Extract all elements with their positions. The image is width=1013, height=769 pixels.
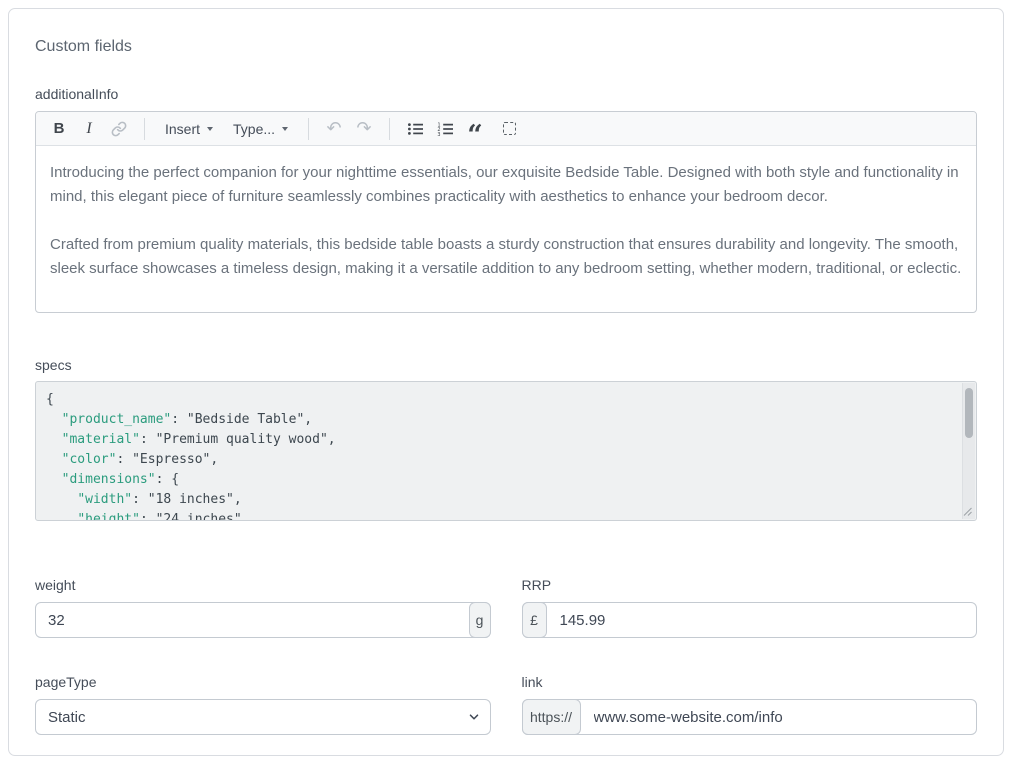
weight-unit-suffix: g <box>469 602 491 638</box>
page-type-label: pageType <box>35 674 491 690</box>
code-line: "width": "18 inches", <box>46 490 952 510</box>
paragraph: Crafted from premium quality materials, … <box>50 233 962 281</box>
paragraph: Introducing the perfect companion for yo… <box>50 161 962 209</box>
code-line: "height": "24 inches", <box>46 510 952 521</box>
dashed-box-icon <box>503 122 516 135</box>
embed-block-button[interactable] <box>496 116 522 142</box>
link-button[interactable] <box>106 116 132 142</box>
type-dropdown-label: Type... <box>233 121 275 137</box>
insert-dropdown-label: Insert <box>165 121 200 137</box>
insert-dropdown[interactable]: Insert <box>157 116 221 142</box>
specs-scrollbar[interactable] <box>962 383 975 519</box>
toolbar-divider <box>144 118 145 140</box>
code-line: "color": "Espresso", <box>46 450 952 470</box>
link-field-group: link https:// <box>522 674 978 735</box>
rrp-field-group: RRP £ <box>522 577 978 638</box>
bullet-list-button[interactable] <box>402 116 428 142</box>
code-line: { <box>46 390 952 410</box>
chevron-down-icon <box>207 127 213 131</box>
svg-text:3: 3 <box>437 132 440 137</box>
specs-scrollbar-thumb[interactable] <box>965 388 973 438</box>
undo-icon: ↶ <box>327 120 342 138</box>
numbered-list-button[interactable]: 1 2 3 <box>432 116 458 142</box>
italic-button[interactable]: I <box>76 116 102 142</box>
weight-input[interactable] <box>35 602 491 638</box>
rich-text-toolbar: B I Insert Type... ↶ <box>36 112 976 146</box>
resize-grip-icon[interactable] <box>961 505 973 517</box>
blockquote-button[interactable]: “ <box>462 116 488 142</box>
rrp-input[interactable] <box>522 602 978 638</box>
specs-label: specs <box>35 357 977 373</box>
rrp-label: RRP <box>522 577 978 593</box>
redo-button[interactable]: ↷ <box>351 116 377 142</box>
protocol-prefix: https:// <box>522 699 581 735</box>
additional-info-label: additionalInfo <box>35 86 977 102</box>
bold-button[interactable]: B <box>46 116 72 142</box>
weight-label: weight <box>35 577 491 593</box>
code-line: "product_name": "Bedside Table", <box>46 410 952 430</box>
page-type-select[interactable]: Static <box>35 699 491 735</box>
toolbar-divider <box>308 118 309 140</box>
chevron-down-icon <box>282 127 288 131</box>
type-dropdown[interactable]: Type... <box>225 116 296 142</box>
link-label: link <box>522 674 978 690</box>
link-input[interactable] <box>522 699 978 735</box>
page-type-field-group: pageType Static <box>35 674 491 735</box>
toolbar-divider <box>389 118 390 140</box>
redo-icon: ↷ <box>357 120 372 138</box>
bullet-list-icon <box>407 121 424 137</box>
blockquote-icon: “ <box>467 132 483 140</box>
link-icon <box>111 121 127 137</box>
rich-text-content[interactable]: Introducing the perfect companion for yo… <box>36 146 976 312</box>
rich-text-editor: B I Insert Type... ↶ <box>35 111 977 313</box>
specs-code-editor[interactable]: { "product_name": "Bedside Table", "mate… <box>35 381 977 521</box>
code-line: "dimensions": { <box>46 470 952 490</box>
card-title: Custom fields <box>35 38 977 56</box>
code-line: "material": "Premium quality wood", <box>46 430 952 450</box>
numbered-list-icon: 1 2 3 <box>437 121 454 137</box>
weight-field-group: weight g <box>35 577 491 638</box>
currency-prefix: £ <box>522 602 547 638</box>
undo-button[interactable]: ↶ <box>321 116 347 142</box>
custom-fields-card: Custom fields additionalInfo B I Insert <box>8 8 1004 756</box>
